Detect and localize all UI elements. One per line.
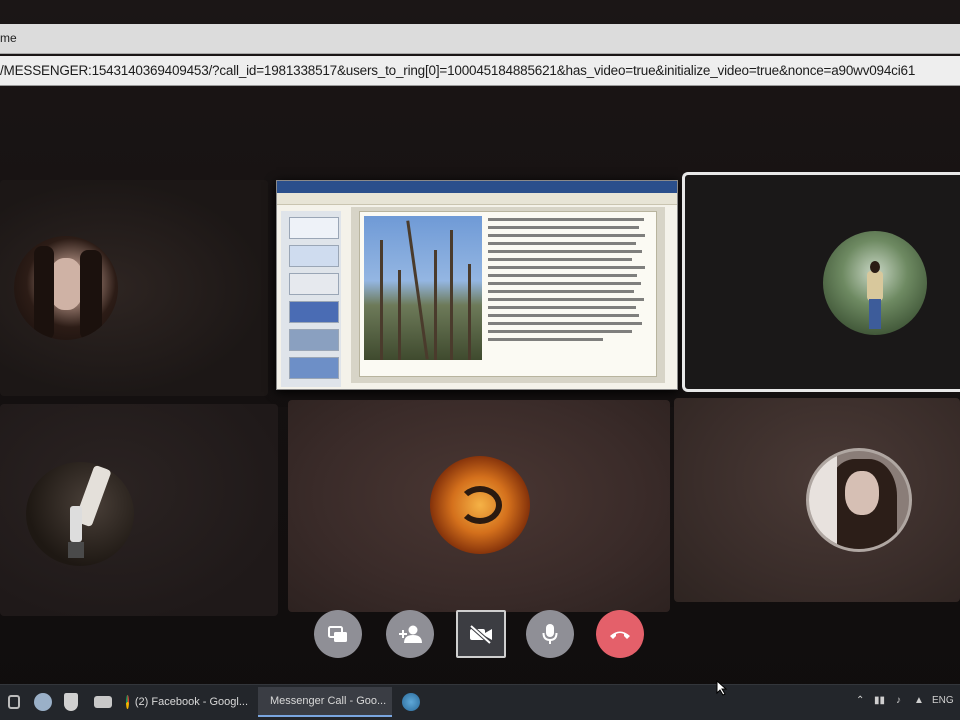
participant-avatar-3 bbox=[26, 462, 134, 566]
globe-icon[interactable] bbox=[402, 693, 420, 711]
taskbar-item-messenger-call[interactable]: Messenger Call - Goo... bbox=[258, 687, 392, 717]
mouse-cursor bbox=[716, 680, 728, 696]
participant-avatar-5 bbox=[806, 448, 912, 552]
screen-share-button[interactable] bbox=[314, 610, 362, 658]
slide-thumb bbox=[289, 273, 339, 295]
screen-share-icon bbox=[328, 626, 347, 642]
presentation-menu bbox=[277, 193, 677, 205]
battery-icon[interactable]: ▮▮ bbox=[874, 695, 885, 706]
shared-screen-tile[interactable] bbox=[276, 180, 678, 390]
taskbar-item-facebook[interactable]: (2) Facebook - Googl... bbox=[120, 687, 254, 717]
chrome-icon bbox=[126, 695, 129, 709]
monitor-icon[interactable] bbox=[94, 696, 112, 708]
participant-tile-4[interactable] bbox=[288, 400, 670, 612]
participant-tile-2[interactable] bbox=[682, 172, 960, 392]
slide-text-block bbox=[488, 218, 652, 346]
presentation-titlebar bbox=[277, 181, 677, 193]
slide-photo bbox=[364, 216, 482, 360]
end-call-button[interactable] bbox=[596, 610, 644, 658]
participant-avatar-2 bbox=[823, 231, 927, 335]
slide-thumb bbox=[289, 245, 339, 267]
video-toggle-button[interactable] bbox=[456, 610, 506, 658]
current-slide bbox=[359, 211, 657, 377]
chevron-up-icon[interactable]: ⌃ bbox=[856, 695, 864, 706]
volume-icon[interactable]: ♪ bbox=[896, 695, 901, 706]
task-view-icon[interactable] bbox=[8, 695, 20, 709]
participant-tile-3[interactable] bbox=[0, 404, 278, 616]
slide-thumb bbox=[289, 217, 339, 239]
shield-icon[interactable] bbox=[64, 693, 78, 711]
add-person-button[interactable] bbox=[386, 610, 434, 658]
slide-thumb bbox=[289, 357, 339, 379]
taskbar: (2) Facebook - Googl... Messenger Call -… bbox=[0, 684, 960, 720]
microphone-icon bbox=[542, 624, 558, 644]
language-indicator[interactable]: ENG bbox=[932, 695, 954, 706]
network-icon[interactable]: ▲ bbox=[914, 695, 924, 706]
window-titlebar: me bbox=[0, 24, 960, 54]
participant-tile-1[interactable] bbox=[0, 180, 268, 396]
window-title: me bbox=[0, 31, 17, 45]
add-person-icon bbox=[399, 625, 422, 643]
mute-button[interactable] bbox=[526, 610, 574, 658]
app-icon[interactable] bbox=[34, 693, 52, 711]
slide-editor bbox=[351, 207, 665, 383]
slide-thumb bbox=[289, 329, 339, 351]
participant-avatar-1 bbox=[14, 236, 118, 340]
slide-thumbnails-panel bbox=[281, 211, 341, 387]
participant-tile-5[interactable] bbox=[674, 398, 960, 602]
taskbar-item-label: Messenger Call - Goo... bbox=[270, 695, 387, 707]
taskbar-item-label: (2) Facebook - Googl... bbox=[134, 696, 248, 708]
slide-thumb bbox=[289, 301, 339, 323]
url-text[interactable]: /MESSENGER:1543140369409453/?call_id=198… bbox=[0, 63, 915, 78]
end-call-icon bbox=[610, 631, 630, 639]
participant-avatar-4 bbox=[430, 456, 530, 554]
screen: me /MESSENGER:1543140369409453/?call_id=… bbox=[0, 0, 960, 720]
address-bar[interactable]: /MESSENGER:1543140369409453/?call_id=198… bbox=[0, 56, 960, 86]
video-off-icon bbox=[469, 624, 492, 644]
